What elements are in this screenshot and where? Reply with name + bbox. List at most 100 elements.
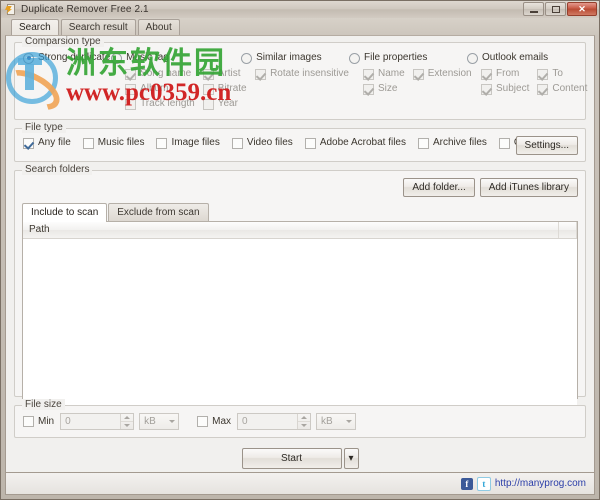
spin-up-icon[interactable] — [121, 414, 134, 422]
website-link[interactable]: http://manyprog.com — [495, 478, 586, 489]
spin-up-icon[interactable] — [298, 414, 311, 422]
checkbox-song-name[interactable]: Song name — [125, 68, 195, 80]
option-strong-duplicate: Strong duplicate — [23, 52, 111, 68]
checkbox-label: Any file — [38, 137, 71, 148]
checkbox-artist[interactable]: Artist — [202, 68, 247, 80]
minimize-button[interactable] — [523, 2, 544, 16]
max-size-stepper[interactable]: 0 — [237, 413, 312, 430]
checkbox-min-size[interactable]: Min — [23, 416, 54, 428]
max-size-spin-arrows[interactable] — [297, 414, 311, 429]
checkbox-label: Image files — [171, 137, 220, 148]
checkbox-box-icon — [537, 68, 549, 80]
twitter-icon[interactable]: t — [476, 476, 491, 491]
checkbox-extension[interactable]: Extension — [412, 68, 472, 80]
file-type-legend: File type — [22, 122, 66, 133]
checkbox-label: Album — [140, 83, 169, 94]
list-body[interactable] — [23, 239, 577, 415]
start-dropdown-button[interactable]: ▾ — [343, 448, 359, 469]
checkbox-label: Size — [378, 83, 398, 94]
checkbox-content[interactable]: Content — [537, 83, 587, 95]
checkbox-box-icon — [304, 137, 316, 149]
checkbox-box-icon — [156, 137, 168, 149]
radio-outlook-emails[interactable]: Outlook emails — [467, 52, 577, 64]
checkbox-box-icon — [481, 68, 492, 80]
radio-strong-duplicate[interactable]: Strong duplicate — [23, 52, 111, 64]
checkbox-max-size[interactable]: Max — [197, 416, 231, 428]
max-size-unit-select[interactable]: kB — [316, 413, 357, 430]
tab-search-result[interactable]: Search result — [60, 19, 136, 35]
title-bar: Duplicate Remover Free 2.1 ✕ — [1, 1, 599, 18]
max-size-value[interactable]: 0 — [238, 414, 297, 429]
checkbox-image-files[interactable]: Image files — [156, 137, 220, 149]
checkbox-subject[interactable]: Subject — [481, 83, 529, 95]
spin-down-icon[interactable] — [121, 422, 133, 429]
checkbox-archive-files[interactable]: Archive files — [417, 137, 487, 149]
checkbox-adobe-acrobat-files[interactable]: Adobe Acrobat files — [304, 137, 406, 149]
option-file-properties: File properties Name Extension Size — [349, 52, 472, 95]
tab-about[interactable]: About — [137, 19, 180, 35]
checkbox-music-files[interactable]: Music files — [82, 137, 145, 149]
file-size-legend: File size — [22, 399, 65, 410]
checkbox-label: Min — [38, 415, 55, 427]
min-size-spin-arrows[interactable] — [120, 414, 134, 429]
chevron-down-icon — [342, 414, 355, 429]
checkbox-label: Max — [212, 415, 232, 427]
min-size-unit-select[interactable]: kB — [139, 413, 180, 430]
tab-exclude-from-scan[interactable]: Exclude from scan — [108, 203, 209, 221]
checkbox-label: Video files — [246, 137, 293, 148]
checkbox-box-icon — [197, 416, 209, 427]
file-size-group: File size Min 0 kB Max 0 kB — [14, 399, 586, 438]
radio-dot-icon — [111, 52, 123, 64]
radio-dot-icon — [349, 52, 360, 64]
close-button[interactable]: ✕ — [567, 2, 597, 16]
tab-include-to-scan[interactable]: Include to scan — [22, 203, 108, 222]
tab-search[interactable]: Search — [11, 19, 59, 35]
column-header-path[interactable]: Path — [23, 222, 559, 238]
window-title: Duplicate Remover Free 2.1 — [21, 4, 149, 15]
checkbox-year[interactable]: Year — [202, 98, 247, 110]
chevron-down-icon — [165, 414, 178, 429]
min-size-stepper[interactable]: 0 — [60, 413, 135, 430]
checkbox-track-length[interactable]: Track length — [125, 98, 195, 110]
checkbox-box-icon — [498, 137, 510, 149]
comparison-type-group: Comparsion type Strong duplicate Music t… — [14, 36, 587, 120]
radio-similar-images[interactable]: Similar images — [241, 52, 349, 64]
folder-list-view[interactable]: Path — [22, 221, 578, 415]
file-type-row: Any file Music files Image files Video f… — [23, 137, 577, 149]
checkbox-label: Track length — [140, 98, 195, 109]
add-itunes-library-button[interactable]: Add iTunes library — [479, 178, 578, 197]
checkbox-video-files[interactable]: Video files — [231, 137, 293, 149]
close-icon: ✕ — [578, 3, 586, 14]
checkbox-rotate-insensitive[interactable]: Rotate insensitive — [255, 68, 349, 80]
radio-music-tag[interactable]: Music tag — [111, 52, 241, 64]
checkbox-to[interactable]: To — [537, 68, 587, 80]
option-similar-images: Similar images Rotate insensitive — [241, 52, 349, 80]
checkbox-album[interactable]: Album — [125, 83, 195, 95]
checkbox-label: Song name — [140, 68, 192, 79]
settings-button[interactable]: Settings... — [515, 136, 578, 155]
file-size-row: Min 0 kB Max 0 kB — [23, 413, 577, 430]
checkbox-box-icon — [23, 137, 34, 149]
radio-label: Strong duplicate — [38, 52, 111, 63]
checkbox-label: Music files — [97, 137, 145, 148]
checkbox-from[interactable]: From — [481, 68, 529, 80]
checkbox-size[interactable]: Size — [363, 83, 405, 95]
search-folders-group: Search folders Add folder... Add iTunes … — [14, 164, 586, 415]
start-button[interactable]: Start — [241, 448, 342, 469]
add-folder-button[interactable]: Add folder... — [403, 178, 475, 197]
facebook-icon[interactable]: f — [460, 477, 473, 490]
maximize-button[interactable] — [545, 2, 566, 16]
outlook-emails-options: From To Subject Content — [481, 68, 587, 95]
checkbox-label: To — [552, 68, 563, 79]
checkbox-bitrate[interactable]: Bitrate — [202, 83, 247, 95]
radio-file-properties[interactable]: File properties — [349, 52, 467, 64]
checkbox-box-icon — [481, 83, 492, 95]
checkbox-name[interactable]: Name — [363, 68, 405, 80]
checkbox-box-icon — [23, 416, 34, 427]
checkbox-label: Artist — [217, 68, 241, 79]
min-size-value[interactable]: 0 — [61, 414, 120, 429]
checkbox-any-file[interactable]: Any file — [23, 137, 71, 149]
checkbox-box-icon — [125, 98, 137, 110]
spin-down-icon[interactable] — [298, 422, 310, 429]
checkbox-box-icon — [363, 83, 374, 95]
